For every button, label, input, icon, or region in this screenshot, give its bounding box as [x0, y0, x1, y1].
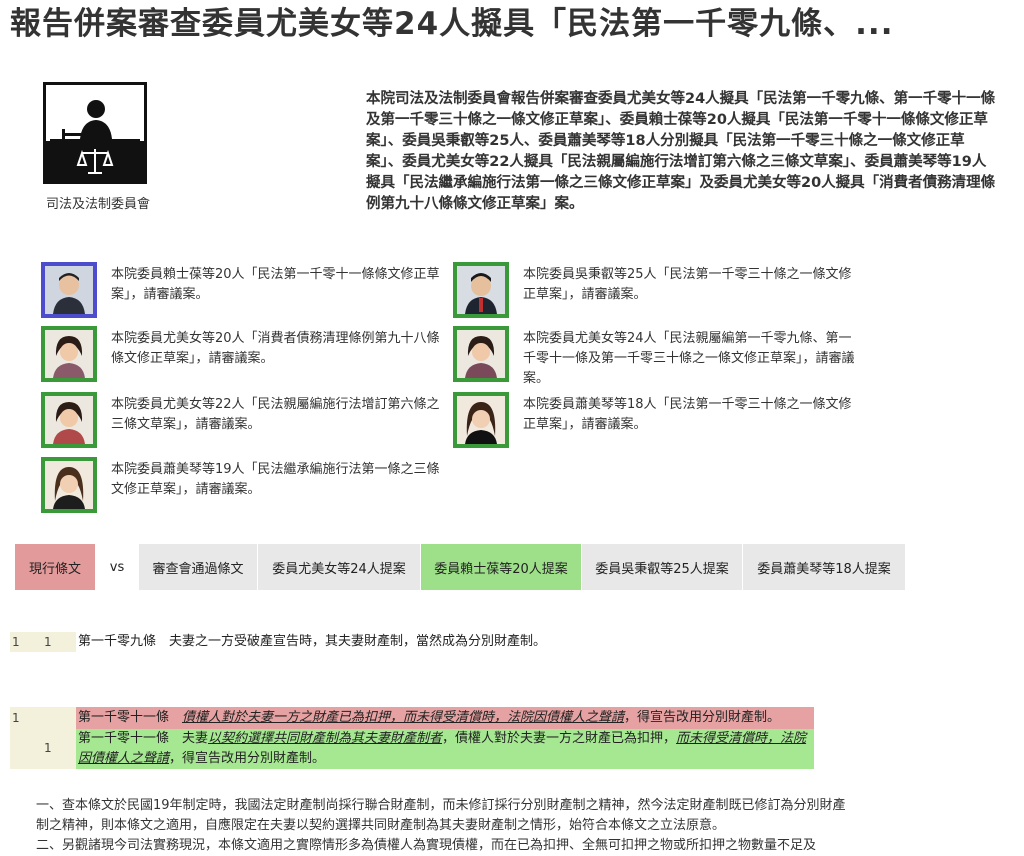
bill-item[interactable]: 本院委員賴士葆等20人「民法第一千零十一條條文修正草案」，請審議案。 — [41, 262, 441, 318]
legislator-avatar[interactable] — [453, 392, 509, 448]
article-heading: 第一千零十一條 — [78, 710, 183, 725]
judicial-committee-icon — [43, 82, 147, 184]
line-number-column — [10, 632, 76, 652]
legislator-avatar[interactable] — [41, 262, 97, 318]
bill-item[interactable]: 本院委員蕭美琴等19人「民法繼承編施行法第一條之三條文修正草案」，請審議案。 — [41, 457, 441, 513]
page-title: 報告併案審查委員尤美女等24人擬具「民法第一千零九條、... — [10, 6, 894, 42]
bill-text: 本院委員蕭美琴等18人「民法第一千零三十條之一條文修正草案」，請審議案。 — [523, 397, 852, 432]
line-number: 1 — [12, 635, 20, 649]
explanation-item: 一、查本條文於民國19年制定時，我國法定財產制尚採行聯合財產制，而未修訂採行分別… — [36, 798, 846, 833]
bill-text: 本院委員蕭美琴等19人「民法繼承編施行法第一條之三條文修正草案」，請審議案。 — [111, 462, 440, 497]
line-number: 1 — [44, 635, 52, 649]
article-text: ，得宣告改用分別財產制。 — [624, 710, 781, 725]
tab-committee-passed[interactable]: 審查會通過條文 — [139, 544, 257, 590]
explanation-item: 二、另觀諸現今司法實務現況，本條文適用之實際情形多為債權人為實現債權，而在已為扣… — [36, 838, 817, 853]
article-text: ，債權人對於夫妻一方之財產已為扣押， — [442, 731, 677, 746]
bill-item[interactable]: 本院委員尤美女等20人「消費者債務清理條例第九十八條條文修正草案」，請審議案。 — [41, 326, 441, 382]
explanation: 一、查本條文於民國19年制定時，我國法定財產制尚採行聯合財產制，而未修訂採行分別… — [36, 796, 846, 856]
bill-item[interactable]: 本院委員蕭美琴等18人「民法第一千零三十條之一條文修正草案」，請審議案。 — [453, 392, 853, 448]
legislator-avatar[interactable] — [41, 457, 97, 513]
bill-text: 本院委員賴士葆等20人「民法第一千零十一條條文修正草案」，請審議案。 — [111, 267, 440, 302]
tab-lai-20-proposal[interactable]: 委員賴士葆等20人提案 — [421, 544, 581, 590]
line-number-column — [10, 707, 76, 769]
tab-current-law[interactable]: 現行條文 — [15, 544, 95, 590]
bill-item[interactable]: 本院委員尤美女等24人「民法親屬編第一千零九條、第一千零十一條及第一千零三十條之… — [453, 326, 855, 386]
bill-text: 本院委員尤美女等20人「消費者債務清理條例第九十八條條文修正草案」，請審議案。 — [111, 331, 440, 366]
legislator-avatar[interactable] — [453, 262, 509, 318]
legislator-avatar[interactable] — [41, 326, 97, 382]
inserted-text: 以契約選擇共同財產制為其夫妻財產制者 — [208, 731, 443, 746]
bill-item[interactable]: 本院委員吳秉叡等25人「民法第一千零三十條之一條文修正草案」，請審議案。 — [453, 262, 853, 318]
article-heading: 第一千零十一條 夫妻 — [78, 731, 209, 746]
proposal-text: 第一千零十一條 夫妻以契約選擇共同財產制為其夫妻財產制者，債權人對於夫妻一方之財… — [76, 729, 814, 769]
deleted-text: 債權人對於夫妻一方之財產已為扣押，而未得受清償時，法院因債權人之聲請 — [182, 710, 625, 725]
bill-item[interactable]: 本院委員尤美女等22人「民法親屬編施行法增訂第六條之三條文草案」，請審議案。 — [41, 392, 441, 448]
line-number: 1 — [44, 741, 52, 755]
current-law-text: 第一千零十一條 債權人對於夫妻一方之財產已為扣押，而未得受清償時，法院因債權人之… — [76, 707, 814, 729]
legislator-avatar[interactable] — [453, 326, 509, 382]
committee-name: 司法及法制委員會 — [45, 197, 150, 212]
tab-hsiao-18-proposal[interactable]: 委員蕭美琴等18人提案 — [743, 544, 905, 590]
bill-text: 本院委員尤美女等24人「民法親屬編第一千零九條、第一千零十一條及第一千零三十條之… — [523, 331, 855, 386]
article-text: 第一千零九條 夫妻之一方受破產宣告時，其夫妻財產制，當然成為分別財產制。 — [78, 634, 547, 649]
bill-text: 本院委員尤美女等22人「民法親屬編施行法增訂第六條之三條文草案」，請審議案。 — [111, 397, 440, 432]
tab-yu-24-proposal[interactable]: 委員尤美女等24人提案 — [258, 544, 420, 590]
article-text: ，得宣告改用分別財產制。 — [169, 751, 326, 766]
comparison-tabs: 現行條文 vs 審查會通過條文 委員尤美女等24人提案 委員賴士葆等20人提案 … — [15, 544, 906, 590]
case-summary: 本院司法及法制委員會報告併案審查委員尤美女等24人擬具「民法第一千零九條、第一千… — [366, 91, 996, 212]
tab-wu-25-proposal[interactable]: 委員吳秉叡等25人提案 — [582, 544, 742, 590]
legislator-avatar[interactable] — [41, 392, 97, 448]
vs-label: vs — [96, 544, 138, 590]
diff-row: 1 1 第一千零九條 夫妻之一方受破產宣告時，其夫妻財產制，當然成為分別財產制。 — [10, 632, 824, 652]
bill-text: 本院委員吳秉叡等25人「民法第一千零三十條之一條文修正草案」，請審議案。 — [523, 267, 852, 302]
line-number: 1 — [12, 711, 20, 725]
